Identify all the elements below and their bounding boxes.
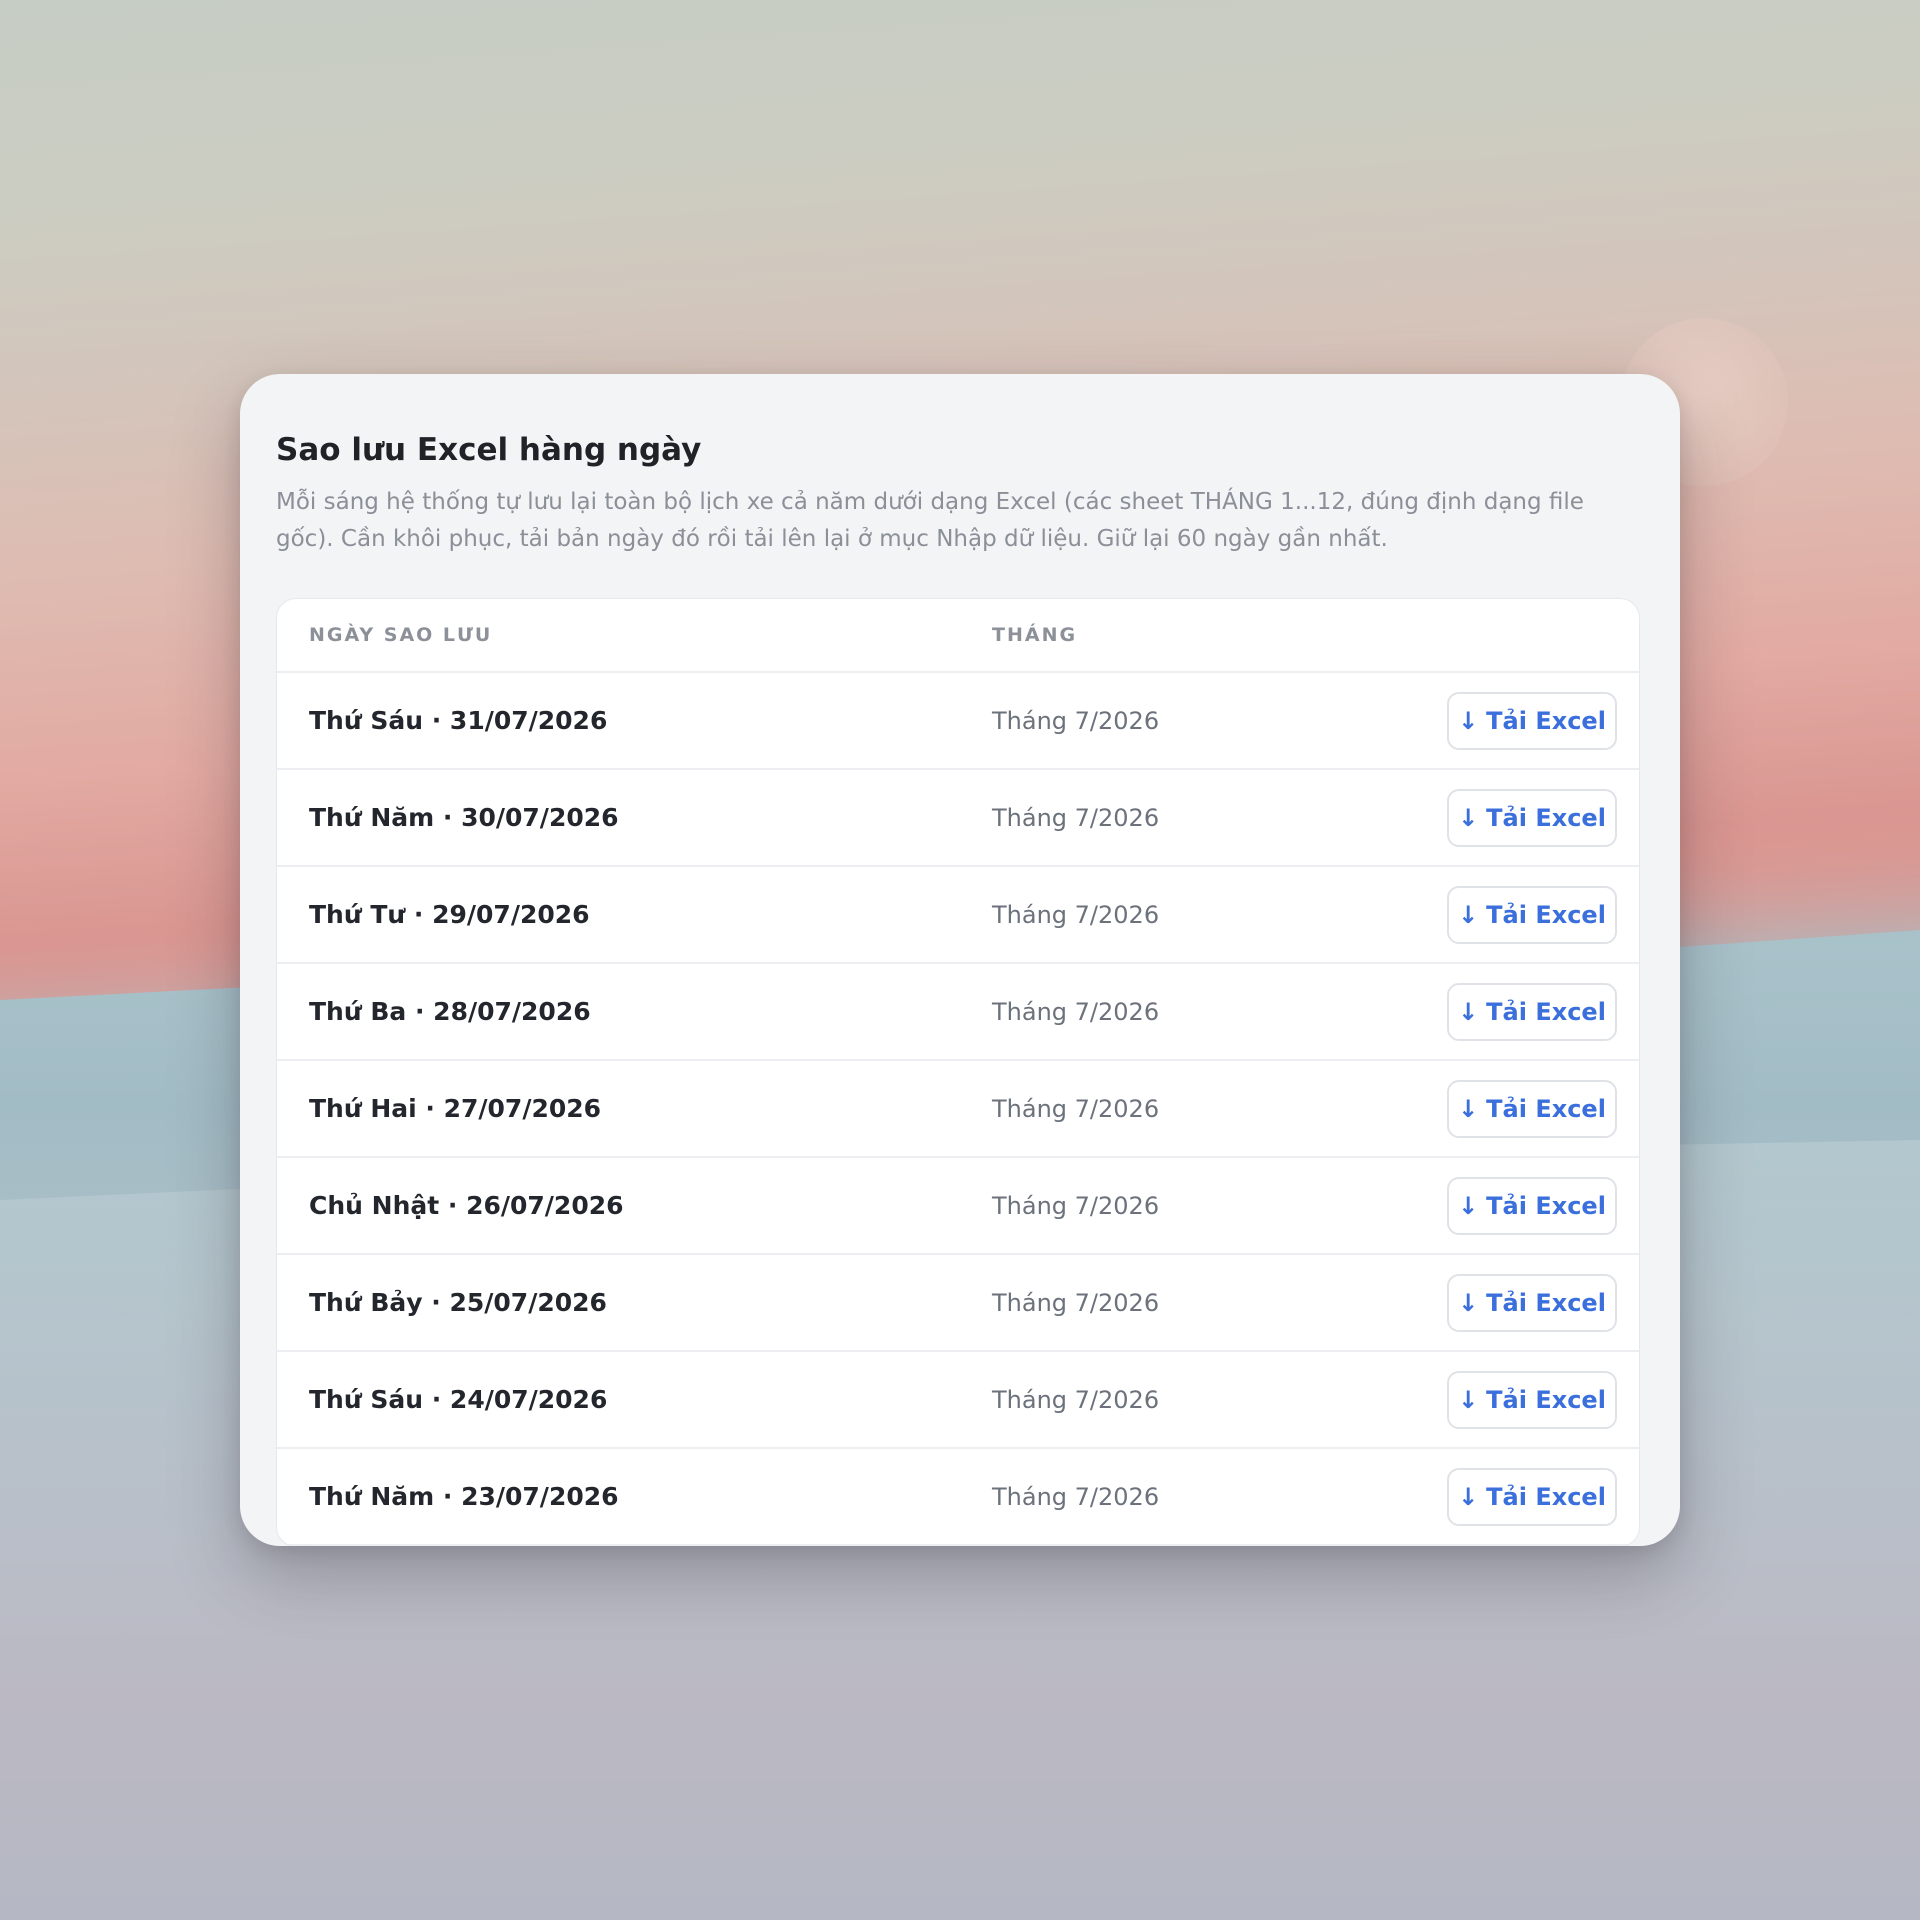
download-excel-button[interactable]: ↓ Tải Excel bbox=[1447, 1273, 1617, 1332]
download-excel-label: Tải Excel bbox=[1486, 900, 1606, 929]
download-excel-label: Tải Excel bbox=[1486, 1288, 1606, 1317]
backup-date: Thứ Hai · 27/07/2026 bbox=[309, 1094, 602, 1123]
table-row: Thứ Sáu · 31/07/2026 Tháng 7/2026 ↓ Tải … bbox=[277, 673, 1639, 770]
backup-date: Chủ Nhật · 26/07/2026 bbox=[309, 1191, 624, 1220]
download-arrow-icon: ↓ bbox=[1458, 900, 1479, 929]
backup-date: Thứ Bảy · 25/07/2026 bbox=[309, 1288, 607, 1317]
backup-month: Tháng 7/2026 bbox=[992, 1191, 1160, 1220]
backup-panel: Sao lưu Excel hàng ngày Mỗi sáng hệ thốn… bbox=[240, 374, 1680, 1546]
backup-date: Thứ Năm · 30/07/2026 bbox=[309, 803, 619, 832]
download-excel-label: Tải Excel bbox=[1486, 1385, 1606, 1414]
download-excel-button[interactable]: ↓ Tải Excel bbox=[1447, 691, 1617, 750]
download-excel-button[interactable]: ↓ Tải Excel bbox=[1447, 1370, 1617, 1429]
download-excel-label: Tải Excel bbox=[1486, 803, 1606, 832]
backup-month: Tháng 7/2026 bbox=[992, 1385, 1160, 1414]
download-arrow-icon: ↓ bbox=[1458, 706, 1479, 735]
table-row: Chủ Nhật · 26/07/2026 Tháng 7/2026 ↓ Tải… bbox=[277, 1158, 1639, 1255]
download-excel-label: Tải Excel bbox=[1486, 706, 1606, 735]
table-row: Thứ Hai · 27/07/2026 Tháng 7/2026 ↓ Tải … bbox=[277, 1061, 1639, 1158]
download-excel-button[interactable]: ↓ Tải Excel bbox=[1447, 885, 1617, 944]
download-arrow-icon: ↓ bbox=[1458, 997, 1479, 1026]
table-row: Thứ Năm · 23/07/2026 Tháng 7/2026 ↓ Tải … bbox=[277, 1449, 1639, 1546]
download-excel-label: Tải Excel bbox=[1486, 997, 1606, 1026]
backup-month: Tháng 7/2026 bbox=[992, 997, 1160, 1026]
download-arrow-icon: ↓ bbox=[1458, 1094, 1479, 1123]
header-month: THÁNG bbox=[992, 624, 1078, 646]
table-row: Thứ Bảy · 25/07/2026 Tháng 7/2026 ↓ Tải … bbox=[277, 1255, 1639, 1352]
download-excel-label: Tải Excel bbox=[1486, 1482, 1606, 1511]
download-arrow-icon: ↓ bbox=[1458, 1288, 1479, 1317]
download-arrow-icon: ↓ bbox=[1458, 1191, 1479, 1220]
backup-month: Tháng 7/2026 bbox=[992, 1094, 1160, 1123]
download-excel-button[interactable]: ↓ Tải Excel bbox=[1447, 1176, 1617, 1235]
download-excel-button[interactable]: ↓ Tải Excel bbox=[1447, 1079, 1617, 1138]
panel-title: Sao lưu Excel hàng ngày bbox=[276, 432, 702, 468]
download-excel-button[interactable]: ↓ Tải Excel bbox=[1447, 788, 1617, 847]
backup-date: Thứ Tư · 29/07/2026 bbox=[309, 900, 590, 929]
download-excel-button[interactable]: ↓ Tải Excel bbox=[1447, 1467, 1617, 1526]
download-arrow-icon: ↓ bbox=[1458, 1385, 1479, 1414]
backup-month: Tháng 7/2026 bbox=[992, 803, 1160, 832]
download-arrow-icon: ↓ bbox=[1458, 803, 1479, 832]
backup-date: Thứ Năm · 23/07/2026 bbox=[309, 1482, 619, 1511]
table-row: Thứ Ba · 28/07/2026 Tháng 7/2026 ↓ Tải E… bbox=[277, 964, 1639, 1061]
backup-date: Thứ Ba · 28/07/2026 bbox=[309, 997, 591, 1026]
panel-description: Mỗi sáng hệ thống tự lưu lại toàn bộ lịc… bbox=[276, 489, 1584, 552]
download-excel-button[interactable]: ↓ Tải Excel bbox=[1447, 982, 1617, 1041]
table-row: Thứ Sáu · 24/07/2026 Tháng 7/2026 ↓ Tải … bbox=[277, 1352, 1639, 1449]
backup-date: Thứ Sáu · 31/07/2026 bbox=[309, 706, 608, 735]
table-row: Thứ Năm · 30/07/2026 Tháng 7/2026 ↓ Tải … bbox=[277, 770, 1639, 867]
backup-month: Tháng 7/2026 bbox=[992, 706, 1160, 735]
table-header: NGÀY SAO LƯU THÁNG bbox=[277, 599, 1639, 673]
download-excel-label: Tải Excel bbox=[1486, 1094, 1606, 1123]
table-row: Thứ Tư · 29/07/2026 Tháng 7/2026 ↓ Tải E… bbox=[277, 867, 1639, 964]
download-excel-label: Tải Excel bbox=[1486, 1191, 1606, 1220]
header-backup-date: NGÀY SAO LƯU bbox=[309, 624, 493, 646]
table-body: Thứ Sáu · 31/07/2026 Tháng 7/2026 ↓ Tải … bbox=[277, 673, 1639, 1546]
download-arrow-icon: ↓ bbox=[1458, 1482, 1479, 1511]
backup-month: Tháng 7/2026 bbox=[992, 1288, 1160, 1317]
backup-table: NGÀY SAO LƯU THÁNG Thứ Sáu · 31/07/2026 … bbox=[276, 598, 1640, 1546]
backup-date: Thứ Sáu · 24/07/2026 bbox=[309, 1385, 608, 1414]
backup-month: Tháng 7/2026 bbox=[992, 900, 1160, 929]
backup-month: Tháng 7/2026 bbox=[992, 1482, 1160, 1511]
